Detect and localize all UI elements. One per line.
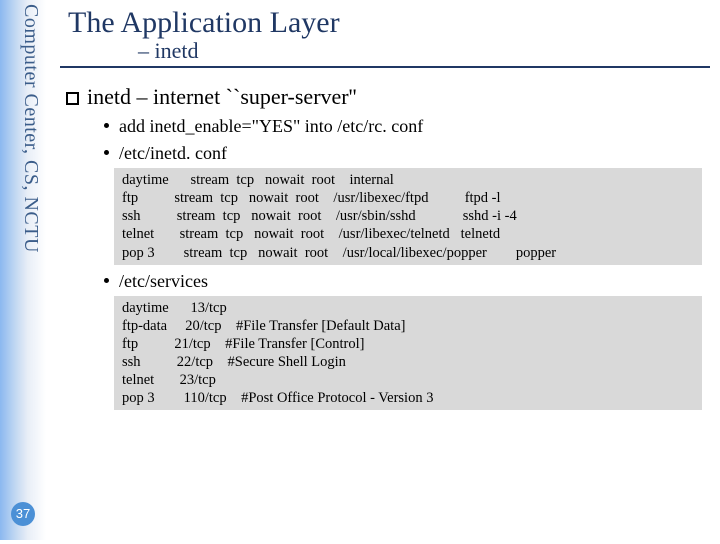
dot-bullet-icon bbox=[104, 123, 109, 128]
main-bullet-text: inetd – internet ``super-server'' bbox=[87, 84, 357, 109]
main-bullet: inetd – internet ``super-server'' bbox=[66, 84, 710, 110]
sub-bullet-1-text: add inetd_enable="YES" into /etc/rc. con… bbox=[119, 116, 423, 136]
sidebar-org-label: Computer Center, CS, NCTU bbox=[19, 4, 42, 544]
dot-bullet-icon bbox=[104, 150, 109, 155]
inetd-conf-code: daytime stream tcp nowait root internal … bbox=[114, 168, 702, 265]
sub-bullet-2: /etc/inetd. conf bbox=[104, 143, 710, 164]
sub-bullet-3: /etc/services bbox=[104, 271, 710, 292]
dot-bullet-icon bbox=[104, 278, 109, 283]
square-bullet-icon bbox=[66, 92, 79, 105]
sub-bullet-1: add inetd_enable="YES" into /etc/rc. con… bbox=[104, 116, 710, 137]
sidebar-gradient: Computer Center, CS, NCTU 37 bbox=[0, 0, 46, 540]
page-number-badge: 37 bbox=[11, 502, 35, 526]
title-divider bbox=[60, 66, 710, 68]
slide-subtitle: – inetd bbox=[138, 38, 710, 64]
slide-title: The Application Layer bbox=[68, 6, 710, 40]
slide-content: The Application Layer – inetd inetd – in… bbox=[60, 6, 710, 416]
sub-bullet-2-text: /etc/inetd. conf bbox=[119, 143, 227, 163]
sub-bullet-3-text: /etc/services bbox=[119, 271, 208, 291]
services-code: daytime 13/tcp ftp-data 20/tcp #File Tra… bbox=[114, 296, 702, 411]
